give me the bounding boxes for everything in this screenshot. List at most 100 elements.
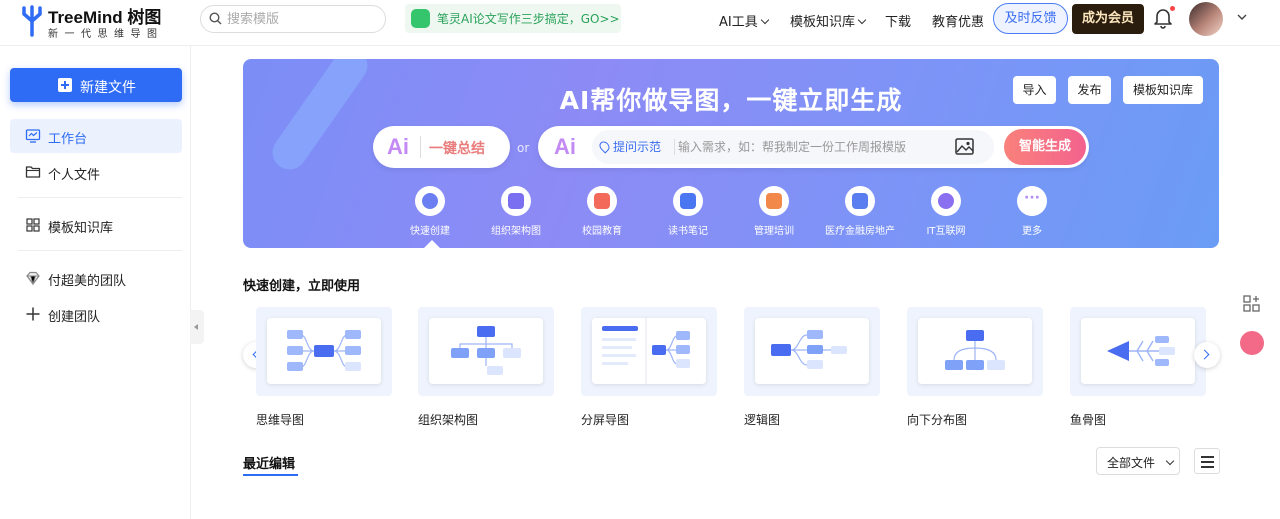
one-click-summary-button[interactable]: Ai 一键总结 [373,126,510,168]
selected-category-caret [423,240,441,248]
template-card-logic[interactable] [744,307,880,396]
diamond-icon [26,271,40,286]
template-card-split-screen[interactable] [581,307,717,396]
planet-icon [931,186,961,216]
template-card-fishbone[interactable] [1070,307,1206,396]
or-label: or [517,141,530,155]
category-label: 校园教育 [582,226,622,237]
search-input[interactable] [227,10,377,28]
template-thumbnail [429,318,543,384]
quick-create-icon [415,186,445,216]
new-file-button[interactable]: 新建文件 [10,68,182,102]
pen-icon [411,9,430,28]
active-tab-underline [243,474,298,476]
list-icon [1201,466,1214,468]
nav-label: 下载 [885,15,912,30]
nav-ai-tools[interactable]: AI工具 [719,11,769,30]
category-label: 快速创建 [410,226,450,237]
graduation-cap-icon [587,186,617,216]
avatar[interactable] [1189,2,1223,36]
filter-value: 全部文件 [1107,456,1156,470]
template-card-downward[interactable] [907,307,1043,396]
chevron-down-icon[interactable] [1237,13,1247,21]
image-upload-icon[interactable] [954,136,976,158]
nav-download[interactable]: 下载 [885,11,911,30]
notebook-icon [673,186,703,216]
divider [18,197,182,198]
chevron-down-icon [1165,456,1175,466]
import-button[interactable]: 导入 [1013,76,1056,104]
file-filter-select[interactable]: 全部文件 [1096,447,1180,475]
sidebar-item-label: 工作台 [48,132,88,147]
sidebar-item-personal-files[interactable]: 个人文件 [10,155,182,189]
chevron-down-icon [760,15,769,25]
monitor-icon [25,129,41,143]
add-widget-icon[interactable] [1240,292,1264,316]
publish-button[interactable]: 发布 [1068,76,1111,104]
feedback-button[interactable]: 及时反馈 [993,3,1068,34]
divider [18,250,182,251]
grid-icon [26,218,40,232]
category-label: 组织架构图 [491,226,541,237]
sidebar-item-team[interactable]: 付超美的团队 [10,261,182,295]
ai-prompt-input[interactable] [678,138,938,156]
briefcase-icon [759,186,789,216]
ai-input-box: 提问示范 [592,130,994,164]
category-label: 医疗金融房地产 [825,226,895,237]
template-library-button[interactable]: 模板知识库 [1123,76,1203,104]
chevron-right-icon [1199,349,1210,360]
notification-dot [1170,6,1175,11]
translate-icon[interactable] [1240,331,1264,355]
logo[interactable]: TreeMind 树图 新一代思维导图 [18,3,178,41]
new-file-label: 新建文件 [80,80,136,96]
list-icon [1201,461,1214,463]
fishbone-thumbnail-icon [1107,336,1175,366]
template-thumbnail [755,318,869,384]
sidebar-item-label: 付超美的团队 [48,274,127,289]
tree-logo-icon [22,5,42,37]
example-prompt-button[interactable]: 提问示范 [597,135,670,159]
category-label: 读书笔记 [668,226,708,237]
nav-label: 教育优惠 [932,15,985,30]
sidebar-item-create-team[interactable]: 创建团队 [10,297,182,331]
more-dots-icon: ··· [1017,186,1047,216]
chevron-down-icon [857,15,867,25]
nav-label: 模板知识库 [790,15,856,30]
list-icon [1201,456,1214,458]
category-label: IT互联网 [926,226,966,237]
location-pin-icon [597,139,612,154]
promo-banner[interactable]: 笔灵AI论文写作三步搞定，GO>> [405,4,621,33]
template-thumbnail [1081,318,1195,384]
vip-button[interactable]: 成为会员 [1072,4,1144,34]
category-label: 管理培训 [754,226,794,237]
carousel-next-button[interactable] [1194,342,1220,368]
sidebar: 新建文件 工作台 个人文件 模板知识库 付超美的团队 创建团队 [0,46,191,519]
nav-label: AI工具 [719,15,758,30]
recent-edits-tab[interactable]: 最近编辑 [243,453,295,472]
divider [420,136,421,158]
ai-banner: AI帮你做导图，一键立即生成 导入 发布 模板知识库 Ai 一键总结 or Ai… [243,59,1219,248]
sidebar-item-workspace[interactable]: 工作台 [10,119,182,153]
logic-chart-thumbnail-icon [771,330,847,369]
smart-generate-button[interactable]: 智能生成 [1004,129,1086,165]
search-box[interactable] [200,5,386,33]
list-view-button[interactable] [1194,448,1220,474]
template-thumbnail [267,318,381,384]
category-label: 更多 [1022,226,1042,237]
template-label: 思维导图 [256,413,305,427]
hint-label: 提问示范 [613,140,662,154]
sidebar-collapse-toggle[interactable] [190,310,204,344]
template-label: 鱼骨图 [1070,413,1107,427]
sidebar-item-templates[interactable]: 模板知识库 [10,208,182,242]
template-card-org-chart[interactable] [418,307,554,396]
template-card-mindmap[interactable] [256,307,392,396]
nav-templates[interactable]: 模板知识库 [790,11,867,30]
nav-education[interactable]: 教育优惠 [932,11,984,30]
template-thumbnail [592,318,706,384]
mindmap-thumbnail-icon [287,330,361,371]
promo-text: 笔灵AI论文写作三步搞定，GO>> [437,12,620,26]
ai-logo-icon: Ai [387,134,409,159]
template-thumbnail [918,318,1032,384]
sidebar-item-label: 模板知识库 [48,221,114,236]
template-label: 逻辑图 [744,413,781,427]
